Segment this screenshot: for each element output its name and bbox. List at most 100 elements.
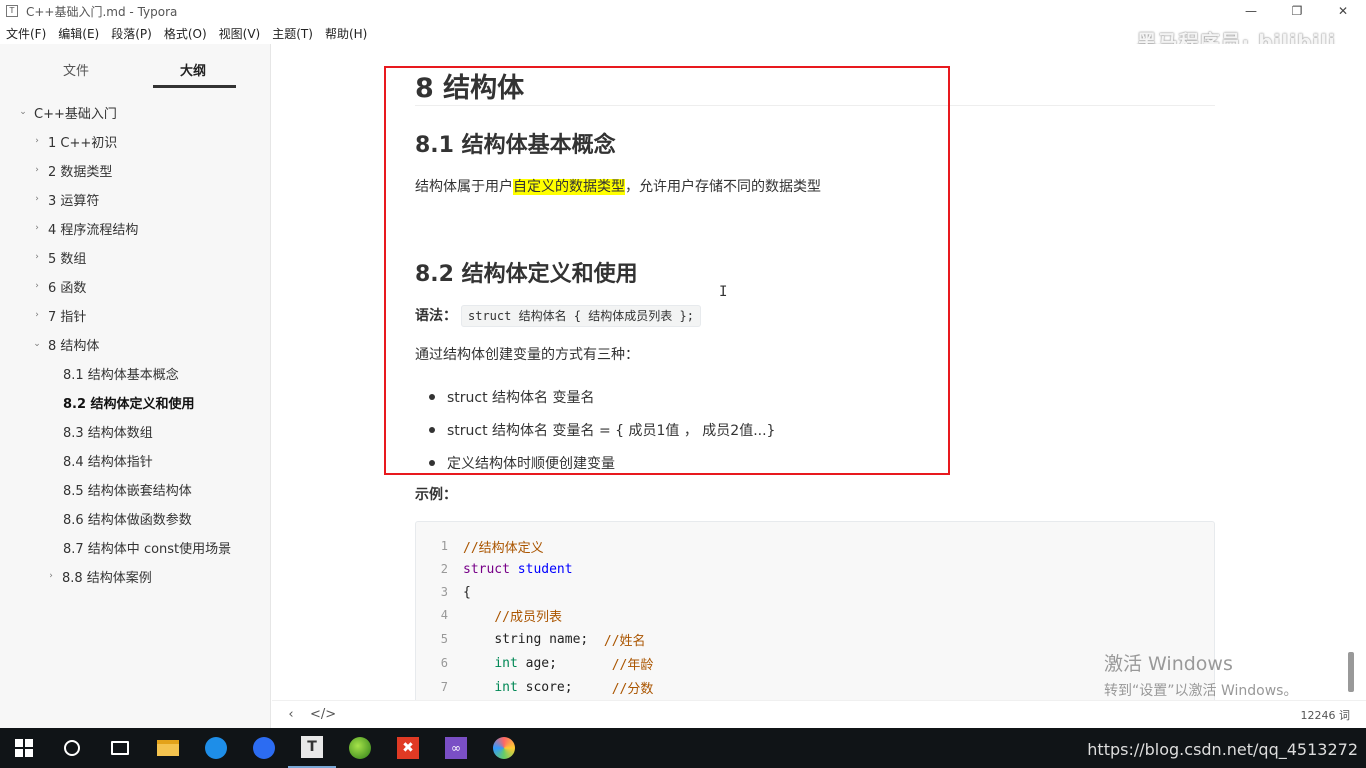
outline-item[interactable]: › 6 函数 xyxy=(30,276,86,296)
outline-item[interactable]: › 7 指针 xyxy=(30,305,86,325)
outline-item-label: 4 程序流程结构 xyxy=(48,222,139,238)
sidebar: 文件 大纲 ⌄ C++基础入门 › 1 C++初识 › 2 数据类型 › 3 运算符 ›… xyxy=(0,44,271,728)
chevron-right-icon: › xyxy=(35,165,39,175)
outline-item-label: 8.8 结构体案例 xyxy=(62,570,152,586)
outline-item[interactable]: 8.4 结构体指针 xyxy=(63,450,153,470)
code-keyword: struct xyxy=(463,561,510,577)
minimize-icon[interactable]: — xyxy=(1228,0,1274,22)
code-line: 2 struct student xyxy=(416,557,573,581)
tab-outline[interactable]: 大纲 xyxy=(180,60,206,79)
chevron-right-icon: › xyxy=(49,571,53,581)
chevron-right-icon: › xyxy=(35,223,39,233)
menu-format[interactable]: 格式(O) xyxy=(164,25,207,42)
outline-item-label: 8.7 结构体中 const使用场景 xyxy=(63,541,232,557)
outline-item[interactable]: 8.5 结构体嵌套结构体 xyxy=(63,479,192,499)
window-controls: — ❐ ✕ xyxy=(1228,0,1366,22)
code-line: 4 //成员列表 xyxy=(416,603,562,627)
line-number: 4 xyxy=(440,608,448,622)
outline-item[interactable]: › 5 数组 xyxy=(30,247,86,267)
code-line: 6 int age; //年龄 xyxy=(416,651,654,675)
code-text: { xyxy=(463,584,471,600)
outline-item[interactable]: › 3 运算符 xyxy=(30,189,99,209)
chevron-right-icon: › xyxy=(35,252,39,262)
outline-item[interactable]: 8.1 结构体基本概念 xyxy=(63,363,179,383)
activation-title: 激活 Windows xyxy=(1104,653,1233,675)
edge-browser-icon xyxy=(205,737,227,759)
paint-button[interactable] xyxy=(480,728,528,768)
code-type: int xyxy=(494,679,518,695)
code-block[interactable]: 1//结构体定义 2 struct student 3{ 4 //成员列表 5 s… xyxy=(415,521,1215,700)
code-line: 5 string name; //姓名 xyxy=(416,627,646,651)
status-bar: ‹ </> 12246 词 xyxy=(272,700,1366,728)
outline-item-label: 1 C++初识 xyxy=(48,135,118,151)
menu-paragraph[interactable]: 段落(P) xyxy=(111,25,152,42)
outline-item-label: 8 结构体 xyxy=(48,338,100,354)
line-number: 1 xyxy=(440,539,448,553)
title-bar: T C++基础入门.md - Typora — ❐ ✕ xyxy=(0,0,1366,22)
menu-help[interactable]: 帮助(H) xyxy=(325,25,367,42)
source-code-mode-icon[interactable]: </> xyxy=(310,707,336,722)
chevron-right-icon: › xyxy=(35,281,39,291)
xmind-button[interactable]: ✖ xyxy=(384,728,432,768)
outline-item[interactable]: › 4 程序流程结构 xyxy=(30,218,138,238)
outline-item-label: 3 运算符 xyxy=(48,193,100,209)
tray-url-overlay: https://blog.csdn.net/qq_4513272 xyxy=(1087,740,1358,759)
code-type: int xyxy=(494,655,518,671)
outline-item[interactable]: › 1 C++初识 xyxy=(30,131,117,151)
paint-palette-icon xyxy=(493,737,515,759)
close-icon[interactable]: ✕ xyxy=(1320,0,1366,22)
file-explorer-button[interactable] xyxy=(144,728,192,768)
code-identifier: student xyxy=(517,561,573,577)
code-comment: //结构体定义 xyxy=(463,540,544,556)
code-comment: //分数 xyxy=(611,681,654,697)
text-cursor-icon: I xyxy=(719,284,728,300)
windows-logo-icon xyxy=(15,739,33,757)
restore-icon[interactable]: ❐ xyxy=(1274,0,1320,22)
line-number: 6 xyxy=(440,656,448,670)
folder-icon xyxy=(157,740,179,756)
tab-files[interactable]: 文件 xyxy=(63,60,89,79)
outline-item-label: 5 数组 xyxy=(48,251,87,267)
windows-activation-notice: 激活 Windows 转到“设置”以激活 Windows。 xyxy=(1104,649,1297,700)
chevron-down-icon: ⌄ xyxy=(19,107,27,117)
code-line: 3{ xyxy=(416,580,471,604)
outline-item[interactable]: › 8.8 结构体案例 xyxy=(44,566,152,586)
annotation-highlight-box xyxy=(384,66,950,475)
editor-area[interactable]: 8 结构体 8.1 结构体基本概念 结构体属于用户自定义的数据类型，允许用户存储… xyxy=(272,44,1356,700)
typora-taskbar-button[interactable]: T xyxy=(288,728,336,768)
app-green-button[interactable] xyxy=(336,728,384,768)
code-line: 1 //结构体定义 xyxy=(416,534,544,558)
line-number: 7 xyxy=(440,680,448,694)
word-count[interactable]: 12246 词 xyxy=(1301,707,1351,723)
green-ball-icon xyxy=(349,737,371,759)
outline-item-label: 8.4 结构体指针 xyxy=(63,454,153,470)
line-number: 5 xyxy=(440,632,448,646)
outline-item-label: 2 数据类型 xyxy=(48,164,113,180)
line-number: 3 xyxy=(440,585,448,599)
outline-item[interactable]: 8.7 结构体中 const使用场景 xyxy=(63,537,231,557)
task-view-button[interactable] xyxy=(96,728,144,768)
outline-item[interactable]: 8.3 结构体数组 xyxy=(63,421,153,441)
outline-item-active[interactable]: 8.2 结构体定义和使用 xyxy=(63,392,195,412)
code-comment: //成员列表 xyxy=(494,609,562,625)
outline-item[interactable]: ⌄ 8 结构体 xyxy=(30,334,99,354)
menu-view[interactable]: 视图(V) xyxy=(219,25,261,42)
outline-item[interactable]: › 2 数据类型 xyxy=(30,160,112,180)
baidu-netdisk-button[interactable] xyxy=(240,728,288,768)
scrollbar-thumb[interactable] xyxy=(1348,652,1354,692)
xmind-icon: ✖ xyxy=(397,737,419,759)
code-line: 7 int score; //分数 xyxy=(416,675,654,699)
outline-item[interactable]: ⌄ C++基础入门 xyxy=(16,102,117,122)
search-button[interactable] xyxy=(48,728,96,768)
outline-item[interactable]: 8.6 结构体做函数参数 xyxy=(63,508,192,528)
typora-icon: T xyxy=(301,736,323,758)
menu-theme[interactable]: 主题(T) xyxy=(272,25,313,42)
menu-file[interactable]: 文件(F) xyxy=(6,25,46,42)
menu-edit[interactable]: 编辑(E) xyxy=(58,25,99,42)
task-view-icon xyxy=(111,741,129,755)
edge-button[interactable] xyxy=(192,728,240,768)
toggle-sidebar-icon[interactable]: ‹ xyxy=(280,707,302,722)
start-button[interactable] xyxy=(0,728,48,768)
code-text: string name; xyxy=(494,631,589,647)
visual-studio-button[interactable]: ∞ xyxy=(432,728,480,768)
